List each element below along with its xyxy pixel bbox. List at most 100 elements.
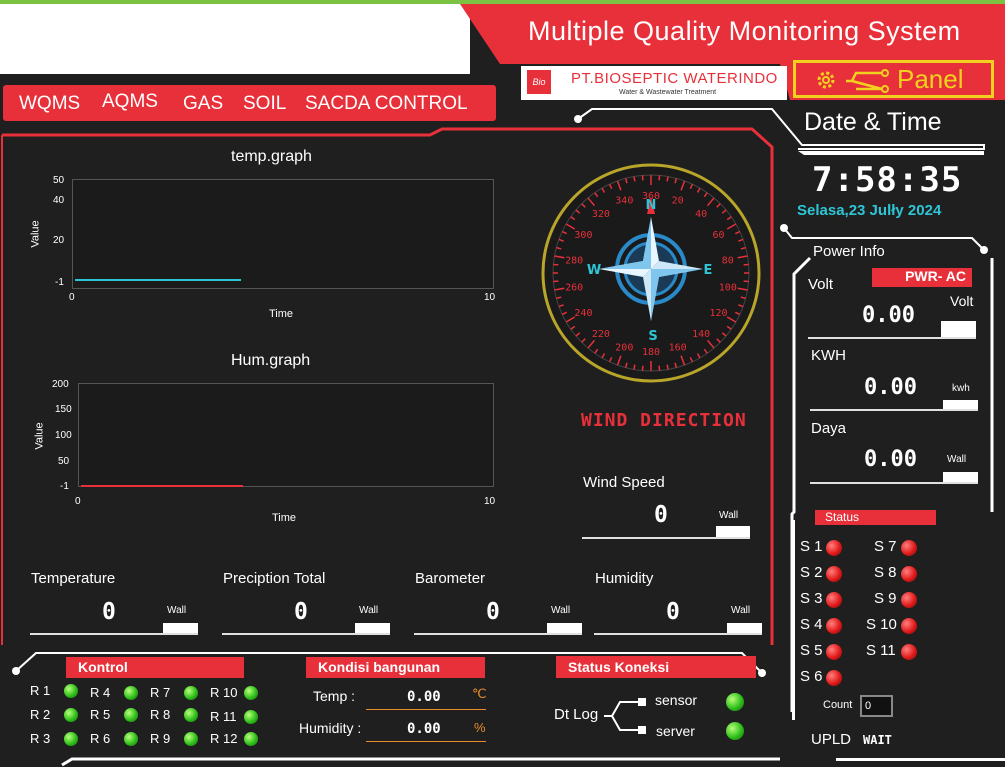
status-s8-led [901, 566, 917, 582]
relay-r1-led[interactable] [64, 684, 78, 698]
hum-xlabel: Time [272, 512, 297, 524]
status-s2-label: S 2 [800, 564, 823, 581]
temp-ytick: 20 [53, 235, 65, 246]
temp-ytick: 50 [53, 175, 65, 186]
relay-r3-led[interactable] [64, 732, 78, 746]
temp-ylabel: Value [29, 220, 42, 248]
gear-icon [817, 71, 835, 89]
temp-series-line [75, 279, 241, 281]
status-s1-label: S 1 [800, 538, 823, 555]
relay-r9-label: R 9 [150, 731, 171, 746]
nav-gas[interactable]: GAS [183, 93, 223, 115]
status-s9-led [901, 592, 917, 608]
status-s7-led [901, 540, 917, 556]
kondisi-temp-underline [366, 709, 486, 710]
temp-graph-plot [72, 179, 494, 289]
daya-unit-box [943, 472, 978, 482]
relay-r2-label: R 2 [30, 707, 51, 722]
kondisi-hum-value: 0.00 [407, 721, 441, 737]
compass-degree-label: 200 [615, 342, 633, 353]
compass-tick [633, 364, 636, 370]
volt-unit: Volt [950, 293, 974, 309]
volt-unit-box [941, 321, 976, 337]
sensor-value: 0 [294, 599, 308, 625]
status-heading: Status [815, 510, 936, 525]
hum-ytick: 50 [58, 456, 70, 467]
sensor-label: Temperature [31, 570, 116, 587]
relay-r4-led[interactable] [124, 686, 138, 700]
status-s6-label: S 6 [800, 668, 823, 685]
sensor-unit: Wall [359, 605, 379, 616]
compass-degree-label: 240 [574, 308, 592, 319]
nav-wqms[interactable]: WQMS [19, 93, 80, 115]
compass-degree-label: 280 [565, 255, 583, 266]
relay-r7-label: R 7 [150, 685, 171, 700]
dtlog-label: Dt Log [554, 706, 599, 723]
clock-date: Selasa,23 Julły 2024 [797, 202, 942, 219]
relay-r10-led[interactable] [244, 686, 258, 700]
kwh-value: 0.00 [864, 375, 917, 400]
panel-button[interactable]: Panel [793, 60, 994, 98]
relay-r4-label: R 4 [90, 685, 111, 700]
koneksi-heading: Status Koneksi [556, 656, 756, 678]
status-s10-label: S 10 [866, 616, 897, 633]
compass-degree-label: 100 [719, 283, 737, 294]
compass-e: E [704, 263, 713, 278]
sensor-underline [30, 633, 198, 635]
compass-degree-label: 300 [574, 230, 592, 241]
volt-label: Volt [808, 276, 834, 293]
sensor-conn-label: sensor [655, 692, 698, 708]
volt-value: 0.00 [862, 303, 915, 328]
compass-w: W [587, 263, 601, 278]
hum-ytick: 200 [52, 379, 69, 390]
relay-r8-led[interactable] [184, 708, 198, 722]
clock-time: 7:58:35 [812, 160, 963, 200]
sensor-label: Preciption Total [223, 570, 326, 587]
kondisi-temp-unit: ℃ [472, 686, 487, 701]
status-s9-label: S 9 [874, 590, 897, 607]
hum-series-line [81, 485, 243, 487]
compass-degree-label: 120 [710, 308, 728, 319]
status-bracket [792, 520, 800, 720]
wind-compass: 3602040608010012014016018020022024026028… [541, 163, 761, 383]
compass-degree-label: 320 [592, 209, 610, 220]
nav-soil[interactable]: SOIL [243, 93, 286, 115]
compass-degree-label: 40 [695, 209, 707, 220]
relay-r6-led[interactable] [124, 732, 138, 746]
app-title: Multiple Quality Monitoring System [528, 16, 961, 46]
hum-ylabel: Value [33, 422, 46, 450]
relay-r2-led[interactable] [64, 708, 78, 722]
hum-graph-plot [78, 383, 494, 487]
daya-label: Daya [811, 420, 847, 437]
sensor-unit: Wall [167, 605, 187, 616]
hum-xtick: 10 [484, 496, 496, 507]
wind-speed-unit: Wall [719, 510, 739, 521]
company-name: PT.BIOSEPTIC WATERINDO [571, 70, 778, 87]
sensor-label: Humidity [595, 570, 654, 587]
compass-degree-label: 80 [722, 255, 734, 266]
relay-r9-led[interactable] [184, 732, 198, 746]
count-field[interactable]: 0 [860, 695, 893, 717]
relay-r5-label: R 5 [90, 707, 111, 722]
sensor-label: Barometer [415, 570, 486, 587]
temp-ytick: 40 [53, 195, 65, 206]
relay-r11-led[interactable] [244, 710, 258, 724]
nav-sacda-control[interactable]: SACDA CONTROL [305, 93, 468, 115]
sensor-unit-box [163, 623, 198, 633]
temp-ytick: -1 [55, 277, 64, 288]
wind-unit-box [716, 526, 750, 537]
sensor-value: 0 [666, 599, 680, 625]
compass-degree-label: 180 [642, 347, 660, 358]
compass-degree-label: 260 [565, 283, 583, 294]
relay-r7-led[interactable] [184, 686, 198, 700]
sensor-unit-box [355, 623, 390, 633]
logo-mark: Bio [527, 70, 551, 94]
status-s10-led [901, 618, 917, 634]
nav-aqms[interactable]: AQMS [102, 91, 158, 113]
sensor-unit-box [547, 623, 582, 633]
server-conn-led [726, 722, 744, 740]
kondisi-temp-value: 0.00 [407, 689, 441, 705]
relay-r12-led[interactable] [244, 732, 258, 746]
temp-xlabel: Time [269, 308, 294, 320]
relay-r5-led[interactable] [124, 708, 138, 722]
